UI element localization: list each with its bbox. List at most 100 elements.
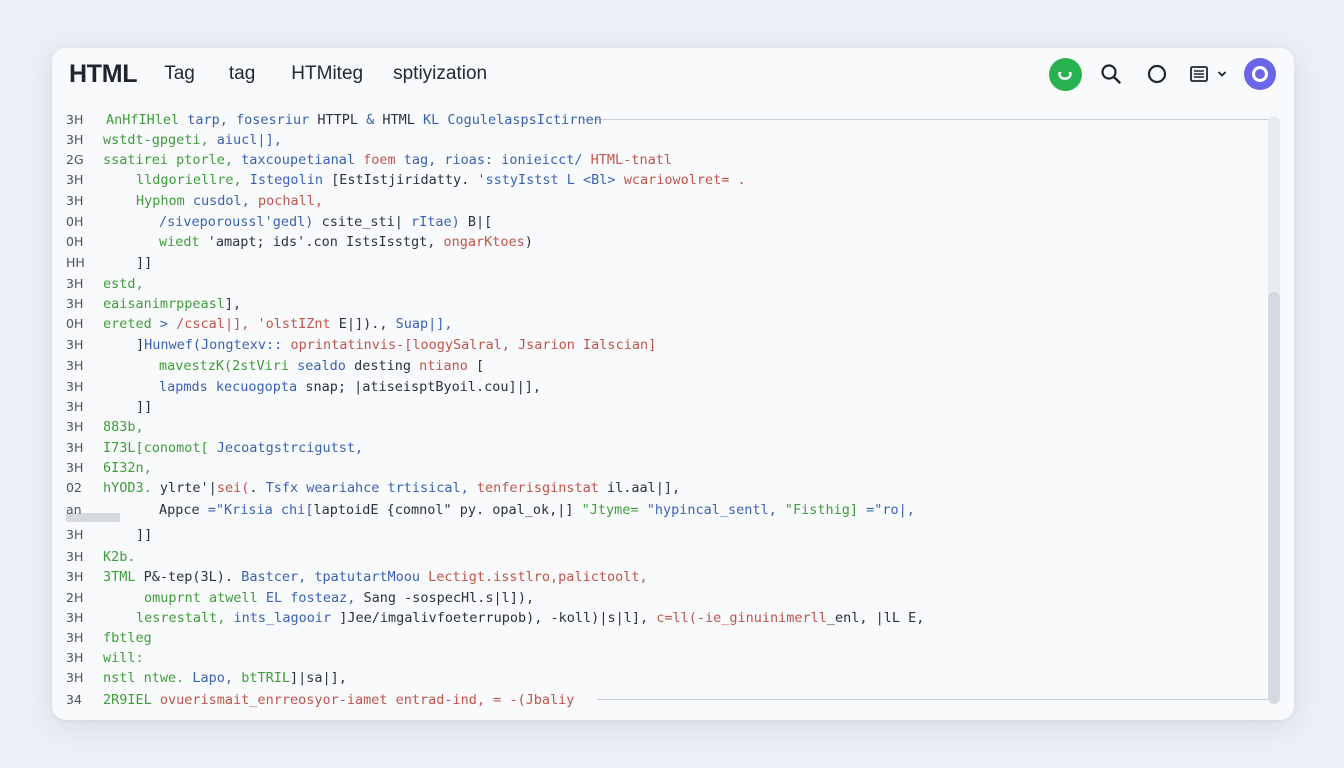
code-line[interactable]: HH]] [52, 253, 1274, 273]
code-token: & [366, 112, 383, 128]
code-line[interactable]: 3H ]Hunwef(Jongtexv:: oprintatinvis-[loog… [52, 335, 1274, 355]
code-token: B|[ [467, 214, 493, 230]
code-line[interactable]: 34 2R9IEL ovuerismait_enrreosyor-iamet en… [52, 690, 1274, 710]
top-bar: HTML Tag tag HTMiteg sptiyization [52, 48, 1294, 100]
tab-tag-lower[interactable]: tag [229, 63, 255, 85]
code-line[interactable]: 2G ssatirei ptorle, taxcoupetianal foem t… [52, 150, 1274, 170]
status-indicator-icon [1048, 57, 1082, 91]
code-token: Hunwef(Jongtexv:: [144, 337, 291, 353]
code-line[interactable]: 2H omuprnt atwell EL fosteaz, Sang -sospe… [52, 588, 1274, 608]
code-line[interactable]: 02 hYOD3. ylrte'|sei(. Tsfx weariahce trt… [52, 478, 1274, 498]
code-token: fbtleg [103, 630, 152, 646]
code-token: will: [103, 650, 144, 666]
code-token: taxcoupetianal [241, 152, 364, 168]
line-number: 3H [66, 650, 84, 665]
tab-tag[interactable]: Tag [164, 63, 195, 85]
code-token: 883b, [103, 419, 144, 435]
status-button[interactable] [1048, 57, 1082, 91]
tab-optimization[interactable]: sptiyization [393, 63, 487, 85]
code-token: ) [524, 234, 533, 250]
code-token: tenferisginstat [476, 480, 607, 496]
code-token: ints_lagooir [233, 610, 340, 626]
code-token: 2R9IEL [103, 692, 160, 708]
code-text: ]Hunwef(Jongtexv:: oprintatinvis-[loogyS… [136, 335, 656, 355]
tab-htmiteg[interactable]: HTMiteg [291, 63, 363, 85]
code-token: desting [354, 358, 420, 374]
code-editor[interactable]: 3H AnHfIHlel tarp, fosesriur HTTPL & HTML… [52, 110, 1274, 710]
code-token: nstl ntwe. [103, 670, 193, 686]
code-line[interactable]: 3H wstdt-gpgeti, aiucl|], [52, 130, 1274, 150]
code-line[interactable]: 3H lesrestalt, ints_lagooir ]Jee/imgalivf… [52, 608, 1274, 628]
code-line[interactable]: 3H AnHfIHlel tarp, fosesriur HTTPL & HTML… [52, 110, 1274, 130]
code-token: P&-tep(3L). [143, 569, 242, 585]
code-token: /cscal|], [176, 316, 258, 332]
code-token: sei( [216, 480, 250, 496]
record-button[interactable] [1140, 57, 1174, 91]
code-token: ylrte'| [159, 480, 217, 496]
code-line[interactable]: 3H 3TML P&-tep(3L). Bastcer, tpatutartMoo… [52, 567, 1274, 587]
code-line[interactable]: 3H I73L[conomot[ Jecoatgstrcigutst, [52, 438, 1274, 458]
code-line[interactable]: 3H]] [52, 525, 1274, 545]
code-token: wcariowolret= . [623, 172, 746, 188]
code-line[interactable]: 3H lapmds kecuogopta snap; |atiseisptByoi… [52, 377, 1274, 397]
code-text: 6I32n, [103, 458, 152, 478]
search-button[interactable] [1094, 57, 1128, 91]
line-number: 3H [66, 337, 84, 352]
code-line[interactable]: 3H 883b, [52, 417, 1274, 437]
code-line[interactable]: 3H will: [52, 648, 1274, 668]
code-token: omuprnt atwell [144, 590, 266, 606]
code-text: lesrestalt, ints_lagooir ]Jee/imgalivfoe… [136, 608, 924, 628]
code-token: foem [363, 152, 404, 168]
code-token: weariahce [306, 480, 388, 496]
code-line[interactable]: 3H estd, [52, 274, 1274, 294]
code-text: will: [103, 648, 144, 668]
code-token: "Fisthig] [784, 502, 867, 518]
code-line[interactable]: 3H mavestzK(2stViri sealdo desting ntiano… [52, 356, 1274, 376]
line-number: 3H [66, 670, 84, 685]
code-line[interactable]: 0H wiedt 'amapt; ids'.con IstsIsstgt, ong… [52, 232, 1274, 252]
code-token: = -(Jbaliy [493, 692, 575, 708]
code-token: c=ll(-ie_ginuinimerll [656, 610, 827, 626]
line-number: 3H [66, 358, 84, 373]
line-number: 0H [66, 234, 84, 249]
code-line[interactable]: 3H nstl ntwe. Lapo, btTRIL]|sa|], [52, 668, 1274, 688]
code-token: ="ro|, [866, 502, 915, 518]
code-token: Tsfx [265, 480, 307, 496]
code-token: csite_sti| [321, 214, 411, 230]
code-token: wstdt-gpgeti, [103, 132, 217, 148]
code-text: ]] [136, 397, 152, 417]
list-icon [1190, 66, 1208, 82]
code-text: Hyphom cusdol, pochall, [136, 191, 323, 211]
code-line[interactable]: 3H K2b. [52, 547, 1274, 567]
code-token: trtisical, [387, 480, 477, 496]
line-number: 3H [66, 440, 84, 455]
search-icon [1101, 64, 1121, 84]
scrollbar-thumb[interactable] [1268, 292, 1280, 704]
code-line[interactable]: 3H 6I32n, [52, 458, 1274, 478]
profile-button[interactable] [1244, 58, 1276, 90]
vertical-scrollbar[interactable] [1268, 116, 1280, 704]
code-line[interactable]: 3H eaisanimrppeasl], [52, 294, 1274, 314]
code-line[interactable]: 3H lldgoriellre, Istegolin [EstIstjiridat… [52, 170, 1274, 190]
code-text: omuprnt atwell EL fosteaz, Sang -sospecH… [144, 588, 534, 608]
line-number: an [66, 502, 82, 517]
avatar-ring-icon [1252, 66, 1268, 82]
code-token: pochall, [257, 193, 323, 209]
code-text: wstdt-gpgeti, aiucl|], [103, 130, 282, 150]
code-token: ]|sa|], [289, 670, 347, 686]
code-line[interactable]: 3H]] [52, 397, 1274, 417]
menu-dropdown-button[interactable] [1186, 57, 1230, 91]
code-line[interactable]: 3H fbtleg [52, 628, 1274, 648]
code-line[interactable]: 0H/siveporoussl'gedl) csite_sti| rItae) … [52, 212, 1274, 232]
code-token: lapmds [159, 379, 216, 395]
code-token: -koll)|s|l], [550, 610, 657, 626]
code-text: lapmds kecuogopta snap; |atiseisptByoil.… [159, 377, 541, 397]
code-line[interactable]: 0H ereted > /cscal|], 'olstIZnt E|])., Su… [52, 314, 1274, 334]
code-token: ntiano [419, 358, 468, 374]
code-token: hYOD3. [103, 480, 160, 496]
code-text: ssatirei ptorle, taxcoupetianal foem tag… [103, 150, 672, 170]
code-token: _enl, |lL E, [826, 610, 925, 626]
code-line[interactable]: 3H Hyphom cusdol, pochall, [52, 191, 1274, 211]
code-line[interactable]: an Appce ="Krisia chi[laptoidE {comnol" p… [52, 500, 1274, 520]
editor-window: HTML Tag tag HTMiteg sptiyization 3H AnH… [52, 48, 1294, 720]
